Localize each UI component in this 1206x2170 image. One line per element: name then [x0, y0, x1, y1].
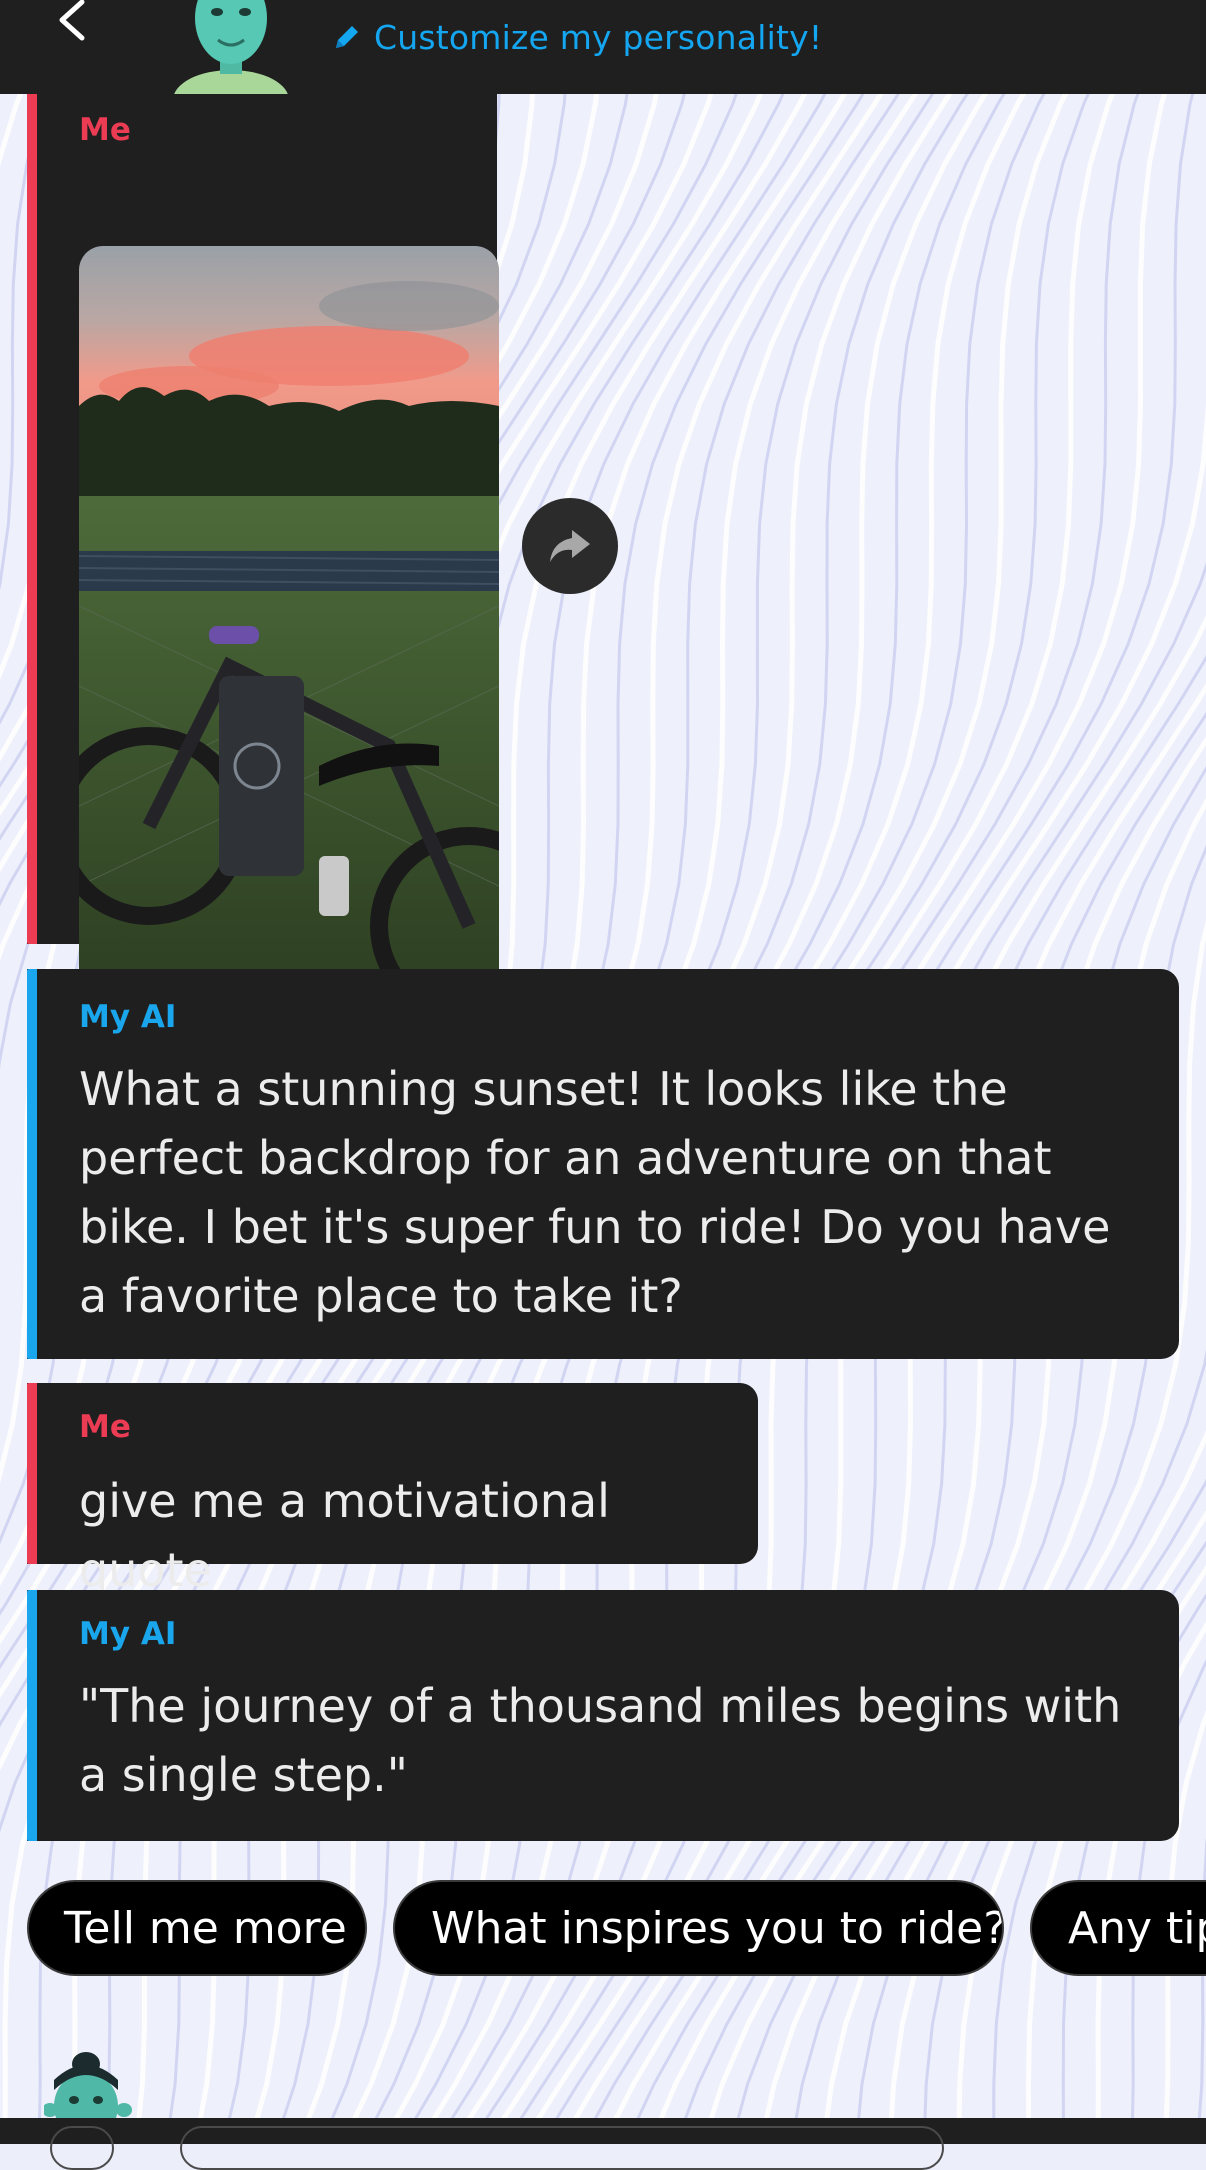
camera-button[interactable]	[50, 2126, 114, 2170]
customize-personality-link[interactable]: Customize my personality!	[332, 16, 822, 58]
message-text: give me a motivational quote	[79, 1474, 610, 1597]
message-bubble-me-image: Me	[27, 74, 499, 994]
back-button[interactable]	[52, 0, 98, 46]
message-bubble-me: Me give me a motivational quote	[27, 1383, 758, 1597]
chevron-left-icon	[59, 0, 85, 41]
suggestion-label: Tell me more	[64, 1902, 347, 1954]
my-ai-avatar[interactable]	[172, 0, 290, 94]
sender-label: Me	[79, 112, 131, 148]
customize-label: Customize my personality!	[374, 17, 823, 57]
chat-input-bar	[0, 2118, 1206, 2170]
suggestion-chip[interactable]: What inspires you to ride?	[393, 1880, 1004, 1976]
chat-input-field[interactable]	[180, 2126, 944, 2170]
chat-header: Customize my personality!	[0, 0, 1206, 94]
message-bubble-ai: My AI "The journey of a thousand miles b…	[27, 1590, 1179, 1841]
forward-button[interactable]	[522, 498, 618, 594]
sender-label: My AI	[79, 999, 177, 1035]
my-ai-typing-avatar	[44, 2050, 144, 2120]
sender-label: Me	[79, 1409, 131, 1445]
message-text: "The journey of a thousand miles begins …	[79, 1679, 1122, 1802]
suggestion-chip[interactable]: Tell me more	[27, 1880, 367, 1976]
shared-photo[interactable]	[79, 246, 499, 994]
pencil-icon	[336, 26, 358, 48]
sender-label: My AI	[79, 1616, 177, 1652]
message-bubble-ai: My AI What a stunning sunset! It looks l…	[27, 969, 1179, 1359]
sender-accent-bar	[27, 969, 37, 1359]
message-text: What a stunning sunset! It looks like th…	[79, 1062, 1111, 1323]
suggestion-label: Any tip	[1068, 1902, 1206, 1954]
suggestion-chip[interactable]: Any tip	[1030, 1880, 1206, 1976]
share-arrow-icon	[550, 530, 590, 562]
suggestion-label: What inspires you to ride?	[431, 1902, 1004, 1954]
sender-accent-bar	[27, 1590, 37, 1841]
sender-accent-bar	[27, 74, 37, 944]
sender-accent-bar	[27, 1383, 37, 1564]
